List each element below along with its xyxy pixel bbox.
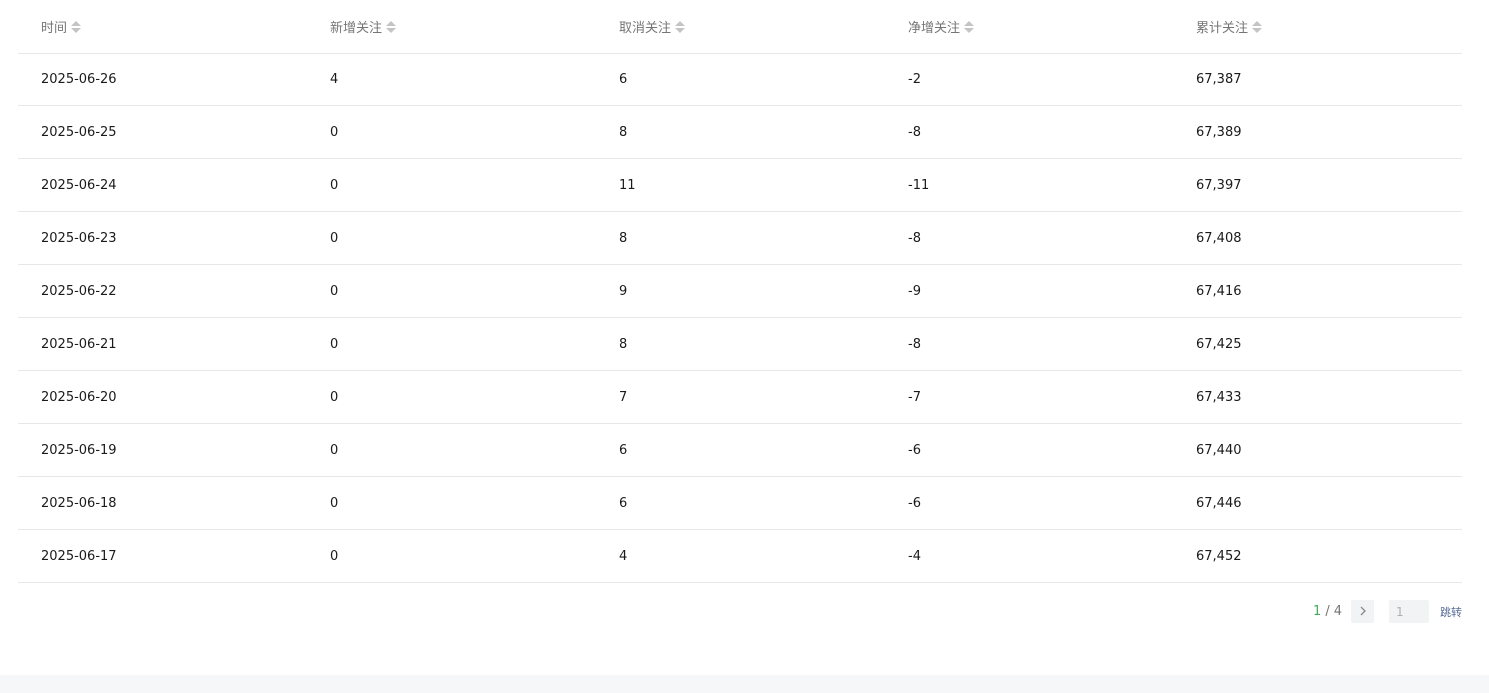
table-row: 2025-06-22 0 9 -9 67,416 [18,265,1462,318]
table-cell: -8 [908,124,921,140]
table-cell: 7 [619,389,628,405]
column-header-time[interactable]: 时间 [41,0,82,53]
table-cell: 8 [619,336,628,352]
table-cell: -11 [908,177,930,193]
sort-icon[interactable] [1252,20,1263,34]
page: 时间 新增关注 取消关注 净增关注 累计关注 2025-06-26 4 6 -2 67,… [0,0,1489,693]
table-row: 2025-06-18 0 6 -6 67,446 [18,477,1462,530]
table-row: 2025-06-25 0 8 -8 67,389 [18,106,1462,159]
table-cell: 67,425 [1196,336,1242,352]
table-cell: 11 [619,177,636,193]
chevron-right-icon [1359,605,1367,619]
table-cell: 67,408 [1196,230,1242,246]
table-row: 2025-06-26 4 6 -2 67,387 [18,54,1462,106]
table-cell: 8 [619,230,628,246]
table-cell: -9 [908,283,921,299]
table-cell: 2025-06-21 [41,336,117,352]
table-cell: 6 [619,495,628,511]
table-cell: 2025-06-24 [41,177,117,193]
table-row: 2025-06-19 0 6 -6 67,440 [18,424,1462,477]
page-jump-input[interactable] [1389,600,1429,623]
table-cell: 8 [619,124,628,140]
table-cell: -4 [908,548,921,564]
table-cell: -6 [908,495,921,511]
table-cell: 2025-06-25 [41,124,117,140]
next-page-button[interactable] [1351,600,1374,623]
table-cell: 2025-06-22 [41,283,117,299]
column-header-label: 时间 [41,21,68,36]
table-cell: 4 [619,548,628,564]
table-cell: 67,446 [1196,495,1242,511]
table-cell: 67,389 [1196,124,1242,140]
column-header-unfollows[interactable]: 取消关注 [619,0,686,53]
column-header-net-follows[interactable]: 净增关注 [908,0,975,53]
table-cell: 0 [330,283,339,299]
table-row: 2025-06-20 0 7 -7 67,433 [18,371,1462,424]
page-separator: / [1325,604,1330,619]
table-cell: 9 [619,283,628,299]
column-header-label: 新增关注 [330,21,383,36]
table-cell: 67,440 [1196,442,1242,458]
sort-icon[interactable] [71,20,82,34]
table-cell: 0 [330,442,339,458]
pagination: 1 / 4 跳转 [1313,600,1462,623]
current-page: 1 [1313,604,1322,619]
table-cell: -8 [908,230,921,246]
table-cell: 0 [330,124,339,140]
sort-icon[interactable] [675,20,686,34]
table-cell: -6 [908,442,921,458]
table-row: 2025-06-23 0 8 -8 67,408 [18,212,1462,265]
total-pages: 4 [1333,604,1342,619]
table-cell: -2 [908,72,921,87]
table-cell: 67,416 [1196,283,1242,299]
table-row: 2025-06-21 0 8 -8 67,425 [18,318,1462,371]
table-cell: 2025-06-17 [41,548,117,564]
footer-band [0,675,1489,693]
column-header-label: 累计关注 [1196,21,1249,36]
table-cell: -7 [908,389,921,405]
table-cell: -8 [908,336,921,352]
table-cell: 6 [619,442,628,458]
column-header-new-follows[interactable]: 新增关注 [330,0,397,53]
column-header-label: 净增关注 [908,21,961,36]
jump-button[interactable]: 跳转 [1440,604,1462,620]
table-header: 时间 新增关注 取消关注 净增关注 累计关注 [18,0,1462,54]
table-cell: 4 [330,72,339,87]
table-cell: 6 [619,72,628,87]
table-cell: 2025-06-18 [41,495,117,511]
sort-icon[interactable] [964,20,975,34]
table-cell: 67,387 [1196,72,1242,87]
table-cell: 2025-06-20 [41,389,117,405]
table-cell: 0 [330,495,339,511]
table-row: 2025-06-17 0 4 -4 67,452 [18,530,1462,583]
table-cell: 67,452 [1196,548,1242,564]
table-cell: 0 [330,230,339,246]
sort-icon[interactable] [386,20,397,34]
table-cell: 0 [330,548,339,564]
table-cell: 0 [330,336,339,352]
table-cell: 2025-06-19 [41,442,117,458]
table-cell: 0 [330,177,339,193]
table-cell: 67,433 [1196,389,1242,405]
table-cell: 2025-06-26 [41,72,117,87]
table-cell: 0 [330,389,339,405]
table-cell: 2025-06-23 [41,230,117,246]
table-cell: 67,397 [1196,177,1242,193]
column-header-label: 取消关注 [619,21,672,36]
table-row: 2025-06-24 0 11 -11 67,397 [18,159,1462,212]
column-header-total-follows[interactable]: 累计关注 [1196,0,1263,53]
table-body: 2025-06-26 4 6 -2 67,387 2025-06-25 0 8 -8 67,389… [18,54,1462,583]
data-table: 时间 新增关注 取消关注 净增关注 累计关注 2025-06-26 4 6 -2 67,… [18,0,1462,583]
